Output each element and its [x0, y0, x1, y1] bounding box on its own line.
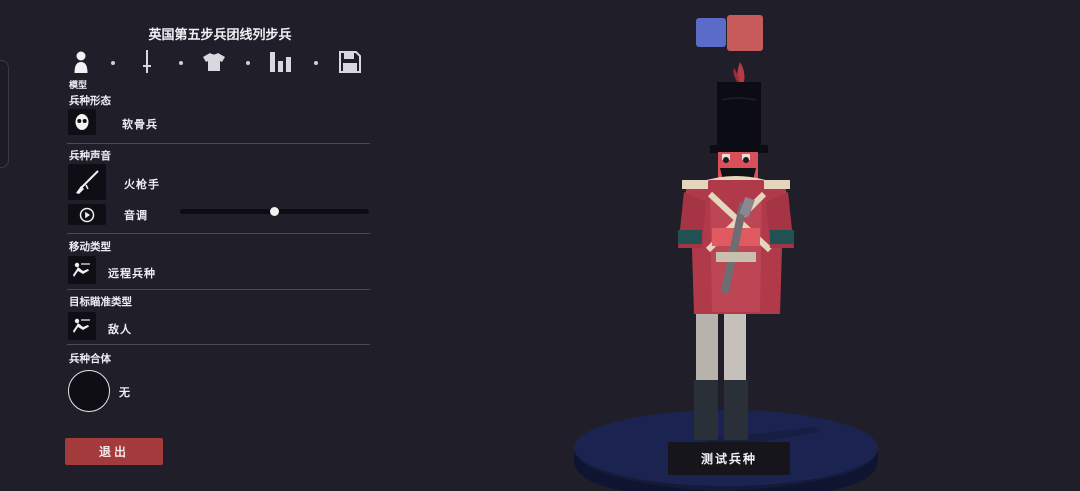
combine-value: 无: [119, 386, 131, 399]
target-enemy-icon: [73, 318, 90, 333]
ranged-unit-icon: [73, 262, 90, 277]
movement-type-button[interactable]: [68, 256, 96, 284]
team-color-blue-swatch[interactable]: [696, 18, 726, 47]
unit-voice-value: 火枪手: [124, 178, 160, 191]
side-panel-tab[interactable]: [0, 60, 9, 168]
section-label-combine: 兵种合体: [69, 353, 111, 365]
section-label-movement: 移动类型: [69, 241, 111, 253]
test-unit-button[interactable]: 测试兵种: [668, 442, 790, 475]
section-label-unit-voice: 兵种声音: [69, 150, 111, 162]
unit-voice-button[interactable]: [68, 164, 106, 200]
unit-title: 英国第五步兵团线列步兵: [148, 28, 292, 43]
tab-separator-dot: [179, 61, 183, 65]
stats-icon: [270, 52, 291, 72]
tab-clothing[interactable]: [201, 48, 227, 76]
tab-save[interactable]: [337, 48, 363, 76]
face-icon: [75, 114, 89, 130]
section-label-targeting: 目标瞄准类型: [69, 296, 132, 308]
exit-button[interactable]: 退出: [65, 438, 163, 465]
active-tab-label: 模型: [69, 81, 88, 91]
tab-weapons[interactable]: [134, 48, 160, 76]
person-icon: [74, 51, 88, 73]
play-icon: [79, 207, 95, 222]
musket-icon: [76, 170, 99, 194]
combine-unit-button[interactable]: [68, 370, 110, 412]
play-voice-button[interactable]: [68, 204, 106, 225]
targeting-type-value: 敌人: [108, 323, 132, 336]
targeting-type-button[interactable]: [68, 312, 96, 340]
divider: [67, 289, 370, 290]
shirt-icon: [203, 53, 225, 71]
pitch-label: 音调: [124, 209, 148, 222]
unit-form-button[interactable]: [68, 109, 96, 135]
divider: [67, 233, 370, 234]
pitch-slider-thumb[interactable]: [270, 207, 279, 216]
tab-stats[interactable]: [268, 48, 294, 76]
tab-separator-dot: [314, 61, 318, 65]
tab-model[interactable]: [68, 48, 94, 76]
team-color-red-swatch[interactable]: [727, 15, 763, 51]
tab-separator-dot: [111, 61, 115, 65]
divider: [67, 143, 370, 144]
save-icon: [339, 51, 361, 73]
divider: [67, 344, 370, 345]
unit-preview: [574, 62, 878, 491]
unit-form-value: 软骨兵: [122, 118, 158, 131]
section-label-unit-form: 兵种形态: [69, 95, 111, 107]
editor-tabbar: [68, 48, 368, 78]
tab-separator-dot: [246, 61, 250, 65]
sword-icon: [143, 50, 151, 73]
movement-type-value: 远程兵种: [108, 267, 156, 280]
